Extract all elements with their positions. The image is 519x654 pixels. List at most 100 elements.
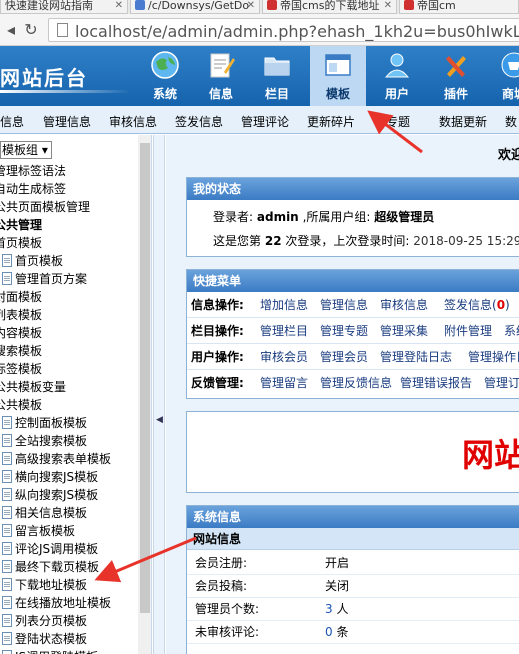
scrollbar-thumb[interactable]: [140, 143, 150, 613]
file-icon: [2, 596, 12, 609]
sidebar-item-label: 管理标签语法: [0, 164, 67, 178]
browser-tab[interactable]: 快速建设网站指南 ✕: [0, 0, 128, 14]
close-icon[interactable]: ✕: [247, 0, 255, 12]
info-key: 会员注册:: [195, 556, 248, 570]
browser-tab[interactable]: 帝国cm: [399, 0, 519, 14]
quick-link[interactable]: 管理订: [484, 370, 519, 396]
quick-link[interactable]: 签发信息(0): [444, 292, 510, 318]
sidebar-item[interactable]: 公共管理: [0, 216, 42, 234]
quick-link[interactable]: 管理栏目: [260, 318, 308, 344]
template-group-select[interactable]: 模板组 ▾: [0, 141, 52, 159]
sidebar-item[interactable]: 纵向搜索JS模板: [2, 486, 98, 504]
submenu-item[interactable]: 管理信息: [43, 113, 91, 130]
nav-info[interactable]: 信息: [193, 46, 249, 106]
sidebar-item[interactable]: 登陆状态模板: [2, 630, 87, 648]
sidebar-item[interactable]: 留言板模板: [2, 522, 75, 540]
sidebar-item[interactable]: 高级搜索表单模板: [2, 450, 111, 468]
submenu-item[interactable]: 更新碎片: [307, 113, 355, 130]
browser-tab[interactable]: 帝国cms的下载地址 ✕: [262, 0, 397, 14]
system-info-panel: 系统信息 网站信息 会员注册: 开启 会员投稿: 关闭 管理员个数: 3 人 未审核评…: [186, 505, 519, 654]
quick-link[interactable]: 管理信息: [320, 292, 368, 318]
quick-link[interactable]: 管理登陆日志: [380, 344, 452, 370]
reload-icon[interactable]: ↻: [22, 21, 40, 39]
url-input[interactable]: localhost/e/admin/admin.php?ehash_1kh2u=…: [48, 18, 519, 42]
quick-link[interactable]: 管理采集: [380, 318, 428, 344]
submenu-item[interactable]: 数: [505, 113, 517, 130]
quick-row: 栏目操作: 管理栏目 管理专题 管理采集 附件管理 系统: [187, 318, 519, 344]
quick-link[interactable]: 增加信息: [260, 292, 308, 318]
brand-underline: [0, 90, 130, 93]
close-icon[interactable]: ✕: [115, 0, 123, 12]
browser-tab[interactable]: /c/Downsys/GetDo ✕: [130, 0, 260, 14]
info-key: 未审核评论:: [195, 625, 260, 639]
frame-splitter[interactable]: ◀: [153, 135, 165, 654]
submenu-item[interactable]: 信息: [0, 113, 24, 130]
nav-column[interactable]: 栏目: [249, 46, 305, 106]
sidebar-item[interactable]: 下载地址模板: [2, 576, 87, 594]
nav-user[interactable]: 用户: [369, 46, 425, 106]
sidebar-item-label: 管理首页方案: [15, 272, 88, 286]
quick-link[interactable]: 管理错误报告: [400, 370, 472, 396]
sidebar-item[interactable]: 自动生成标签: [0, 180, 66, 198]
info-value: 0 条: [325, 621, 348, 644]
banner-text: 网站: [462, 436, 519, 474]
document-icon: [57, 23, 68, 37]
quick-link[interactable]: 审核信息: [380, 292, 428, 318]
submenu-item[interactable]: 管理评论: [241, 113, 289, 130]
nav-shop[interactable]: 商城: [486, 46, 519, 106]
sidebar-item[interactable]: 列表分页模板: [2, 612, 87, 630]
sidebar-item[interactable]: 评论JS调用模板: [2, 540, 98, 558]
sidebar-item[interactable]: JS调用登陆模板: [2, 648, 98, 654]
sidebar-item[interactable]: 列表模板: [0, 306, 42, 324]
sidebar-item-label: 搜索模板: [0, 344, 43, 358]
sidebar-item[interactable]: 首页模板: [0, 234, 42, 252]
sidebar-item[interactable]: 内容模板: [0, 324, 42, 342]
info-row: 会员注册: 开启: [187, 552, 519, 575]
submenu-item[interactable]: 审核信息: [109, 113, 157, 130]
submenu-item[interactable]: 数据更新: [439, 113, 487, 130]
main-content: 欢迎 我的状态 登录者: admin ,所属用户组: 超级管理员 这是您第 22…: [166, 135, 519, 654]
sidebar-item[interactable]: 公共模板: [0, 396, 42, 414]
sidebar-item[interactable]: 搜索模板: [0, 342, 42, 360]
sidebar-item[interactable]: 标签模板: [0, 360, 42, 378]
sidebar-item[interactable]: 相关信息模板: [2, 504, 87, 522]
sidebar-item[interactable]: 最终下载页模板: [2, 558, 99, 576]
quick-link[interactable]: 管理专题: [320, 318, 368, 344]
sidebar-item[interactable]: 管理标签语法: [0, 162, 66, 180]
sidebar-scrollbar[interactable]: [138, 135, 151, 654]
nav-plugin[interactable]: 插件: [428, 46, 484, 106]
quick-link[interactable]: 管理留言: [260, 370, 308, 396]
sidebar-item[interactable]: 全站搜索模板: [2, 432, 87, 450]
quick-link[interactable]: 管理操作日: [468, 344, 519, 370]
back-icon[interactable]: ◂: [2, 21, 20, 39]
folder-icon: [264, 57, 290, 76]
file-icon: [2, 506, 12, 519]
sidebar-item-label: 标签模板: [0, 362, 43, 376]
sidebar-item[interactable]: 首页模板: [2, 252, 63, 270]
quick-link[interactable]: 管理会员: [320, 344, 368, 370]
login-count: 22: [264, 234, 282, 248]
collapse-arrow-icon[interactable]: ◀: [156, 415, 163, 425]
quick-row-label: 栏目操作:: [191, 324, 244, 338]
sidebar-item[interactable]: 控制面板模板: [2, 414, 87, 432]
quick-link[interactable]: 审核会员: [260, 344, 308, 370]
sidebar-item[interactable]: 公共模板变量: [0, 378, 66, 396]
submenu-item[interactable]: 签发信息: [175, 113, 223, 130]
quick-link[interactable]: 管理反馈信息: [320, 370, 392, 396]
admin-header: 网站后台 系统 信息 栏目 模板 用户 插件 商: [0, 46, 519, 106]
sidebar-item[interactable]: 在线播放地址模板: [2, 594, 111, 612]
submenu-item[interactable]: 专题: [386, 113, 410, 130]
sidebar-item[interactable]: 封面模板: [0, 288, 42, 306]
panel-title: 快捷菜单: [187, 270, 519, 292]
close-icon[interactable]: ✕: [384, 0, 392, 12]
sidebar-item[interactable]: 公共页面模板管理: [0, 198, 90, 216]
nav-system[interactable]: 系统: [137, 46, 193, 106]
nav-template[interactable]: 模板: [310, 46, 366, 106]
quick-menu-panel: 快捷菜单 信息操作: 增加信息 管理信息 审核信息 签发信息(0) 栏目操作: …: [186, 269, 519, 399]
quick-link[interactable]: 系统: [504, 318, 519, 344]
quick-link[interactable]: 附件管理: [444, 318, 492, 344]
info-value: 开启: [325, 556, 350, 570]
sidebar-item[interactable]: 横向搜索JS模板: [2, 468, 98, 486]
sidebar-item[interactable]: 管理首页方案: [2, 270, 87, 288]
sidebar-item-label: 下载地址模板: [15, 578, 88, 592]
